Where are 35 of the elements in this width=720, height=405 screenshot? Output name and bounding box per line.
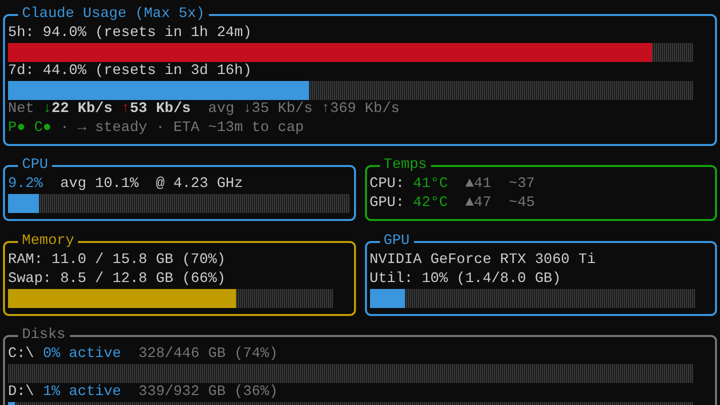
limit-label: 5h: 94.0% (resets in 1h 24m) (8, 25, 252, 41)
panel-title: Claude Usage (Max 5x) (21, 5, 206, 24)
panel-title: GPU (382, 232, 411, 251)
status-indicator: C● (34, 119, 52, 138)
cpu-percent: 9.2% (8, 175, 43, 194)
panel-title: Temps (382, 156, 428, 175)
panel-title: CPU (21, 156, 50, 175)
temp-max: ▲47 (465, 194, 492, 213)
limit-label: 7d: 44.0% (resets in 3d 16h) (8, 63, 252, 79)
disk-activity: 0% active (42, 345, 122, 364)
temp-max: ▲41 (465, 175, 492, 194)
memory-line: RAM: 11.0 / 15.8 GB (70%) (8, 252, 226, 268)
disk-usage: 339/932 GB (36%) (138, 383, 278, 402)
temp-label: GPU: (370, 194, 404, 213)
disk-name: C:\ (8, 345, 34, 364)
panel-title: Disks (21, 326, 67, 345)
trend-status: · → steady · ETA ~13m to cap (60, 119, 304, 138)
status-indicator: P● (8, 119, 26, 138)
temp-value: 41°C (413, 175, 448, 194)
memory-line: Swap: 8.5 / 12.8 GB (66%) (8, 271, 226, 287)
net-label: Net (8, 100, 34, 119)
gpu-name: NVIDIA GeForce RTX 3060 Ti (370, 252, 596, 268)
panel-title: Memory (21, 232, 76, 251)
temp-average: ~37 (508, 175, 535, 194)
disk-usage: 328/446 GB (74%) (138, 345, 278, 364)
temp-average: ~45 (508, 194, 535, 213)
upload-rate: ↑53 Kb/s (121, 100, 191, 119)
disk-activity: 1% active (42, 383, 122, 402)
cpu-details: avg 10.1% @ 4.23 GHz (60, 175, 243, 194)
temp-label: CPU: (370, 175, 404, 194)
temp-value: 42°C (413, 194, 448, 213)
gpu-utilization: Util: 10% (1.4/8.0 GB) (370, 271, 561, 287)
disk-name: D:\ (8, 383, 34, 402)
download-rate: ↓22 Kb/s (42, 100, 112, 119)
average-rate: avg ↓35 Kb/s ↑369 Kb/s (208, 100, 400, 119)
